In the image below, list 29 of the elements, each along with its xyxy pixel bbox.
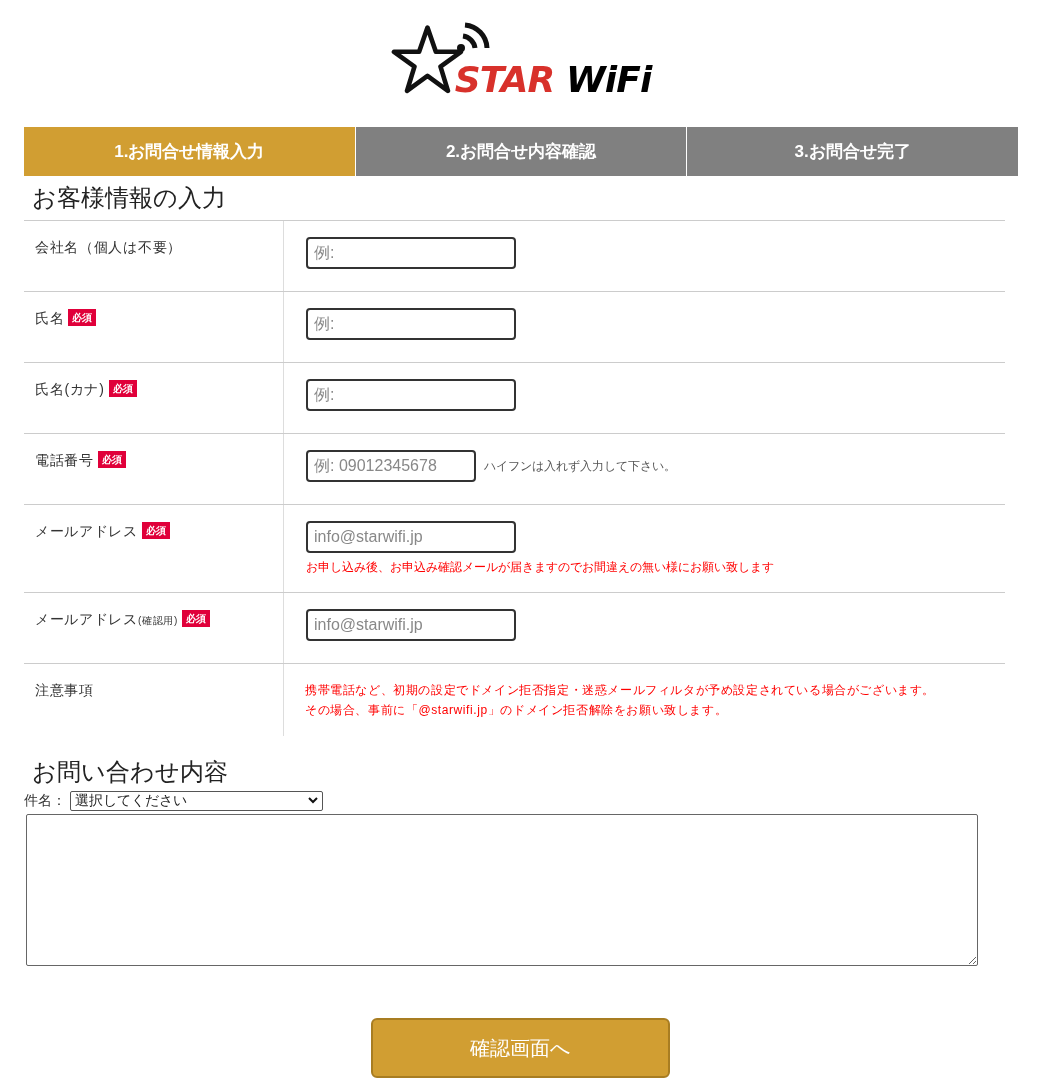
logo-text: STAR WiFi bbox=[454, 62, 652, 98]
field-label: 会社名（個人は不要） bbox=[35, 238, 182, 257]
chevron-down-icon bbox=[308, 797, 318, 804]
field-label: 注意事項 bbox=[35, 681, 94, 700]
subject-select[interactable]: 選択してください bbox=[70, 790, 323, 811]
text-field[interactable]: info@starwifi.jp bbox=[306, 609, 516, 641]
required-badge: 必須 bbox=[182, 610, 211, 627]
field-label: メールアドレス bbox=[35, 522, 138, 541]
field-label: 電話番号 bbox=[35, 451, 94, 470]
text-field[interactable]: 例: bbox=[306, 379, 516, 411]
text-field[interactable]: 例: 09012345678 bbox=[306, 450, 476, 482]
notice-text: その場合、事前に「@starwifi.jp」のドメイン拒否解除をお願い致します。 bbox=[305, 702, 729, 719]
hint-text: ハイフンは入れず入力して下さい。 bbox=[484, 458, 676, 475]
field-label: 氏名 bbox=[35, 309, 65, 328]
text-field[interactable]: 例: bbox=[306, 237, 516, 269]
required-badge: 必須 bbox=[141, 522, 170, 539]
text-field[interactable]: info@starwifi.jp bbox=[306, 521, 516, 553]
section-heading: お問い合わせ内容 bbox=[31, 757, 229, 787]
required-badge: 必須 bbox=[97, 451, 126, 468]
message-textarea[interactable] bbox=[26, 814, 978, 966]
required-badge: 必須 bbox=[108, 380, 137, 397]
field-label: 氏名(カナ) bbox=[35, 380, 105, 399]
field-label: メールアドレス(確認用) bbox=[35, 610, 179, 629]
required-badge: 必須 bbox=[68, 309, 97, 326]
text-field[interactable]: 例: bbox=[306, 308, 516, 340]
section-heading: お客様情報の入力 bbox=[24, 176, 1005, 221]
notice-text: 携帯電話など、初期の設定でドメイン拒否指定・迷惑メールフィルタが予め設定されている場合がございます。 bbox=[305, 682, 935, 699]
warning-text: お申し込み後、お申込み確認メールが届きますのでお間違えの無い様にお願い致します bbox=[306, 559, 774, 576]
subject-label: 件名： bbox=[24, 791, 66, 810]
